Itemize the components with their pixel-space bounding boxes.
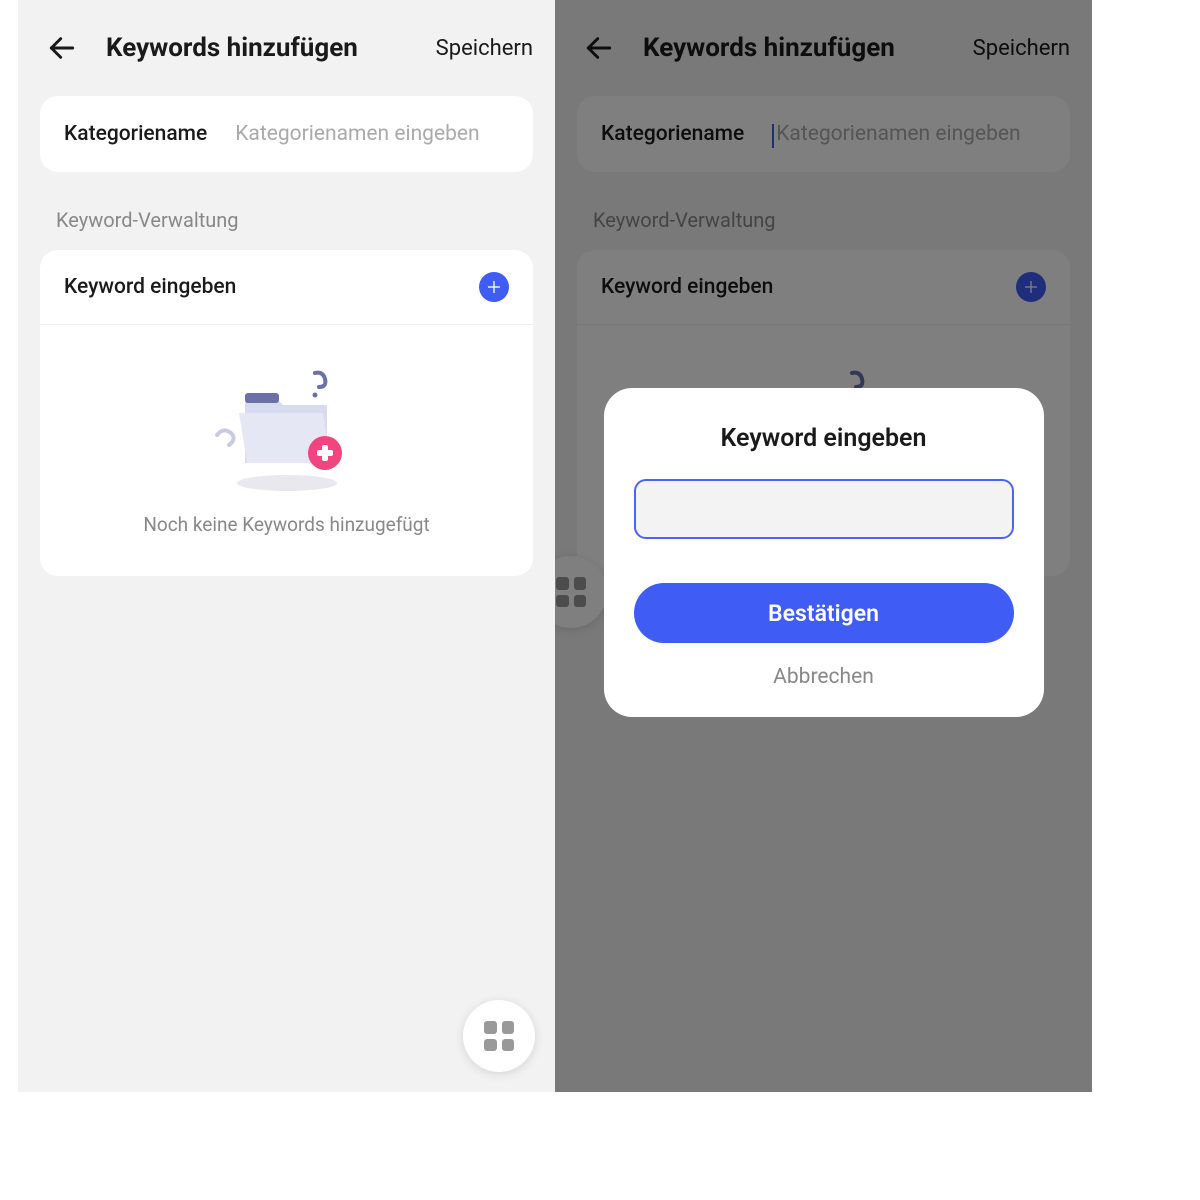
page-title: Keywords hinzufügen	[106, 33, 358, 63]
back-button[interactable]	[44, 30, 80, 66]
section-label: Keyword-Verwaltung	[18, 192, 555, 250]
grid-fab[interactable]	[463, 1000, 535, 1072]
keyword-header: Keyword eingeben	[40, 250, 533, 325]
grid-icon	[484, 1021, 514, 1051]
plus-icon	[486, 279, 502, 295]
keyword-card: Keyword eingeben	[40, 250, 533, 576]
screen-keywords-modal: Keywords hinzufügen Speichern Kategorien…	[555, 0, 1092, 1092]
category-card: Kategoriename	[40, 96, 533, 172]
empty-folder-icon	[197, 355, 377, 495]
save-button[interactable]: Speichern	[436, 36, 533, 61]
screen-keywords-base: Keywords hinzufügen Speichern Kategorien…	[18, 0, 555, 1092]
empty-state: Noch keine Keywords hinzugefügt	[40, 325, 533, 576]
cancel-button[interactable]: Abbrechen	[634, 665, 1014, 689]
header: Keywords hinzufügen Speichern	[18, 0, 555, 96]
empty-text: Noch keine Keywords hinzugefügt	[143, 513, 429, 536]
category-input[interactable]	[235, 122, 509, 146]
category-label: Kategoriename	[64, 122, 207, 146]
arrow-left-icon	[46, 32, 78, 64]
modal-title: Keyword eingeben	[634, 424, 1014, 453]
keyword-input-label: Keyword eingeben	[64, 275, 236, 299]
confirm-button[interactable]: Bestätigen	[634, 583, 1014, 643]
add-keyword-button[interactable]	[479, 272, 509, 302]
modal-keyword-input[interactable]	[634, 479, 1014, 539]
keyword-modal: Keyword eingeben Bestätigen Abbrechen	[604, 388, 1044, 717]
